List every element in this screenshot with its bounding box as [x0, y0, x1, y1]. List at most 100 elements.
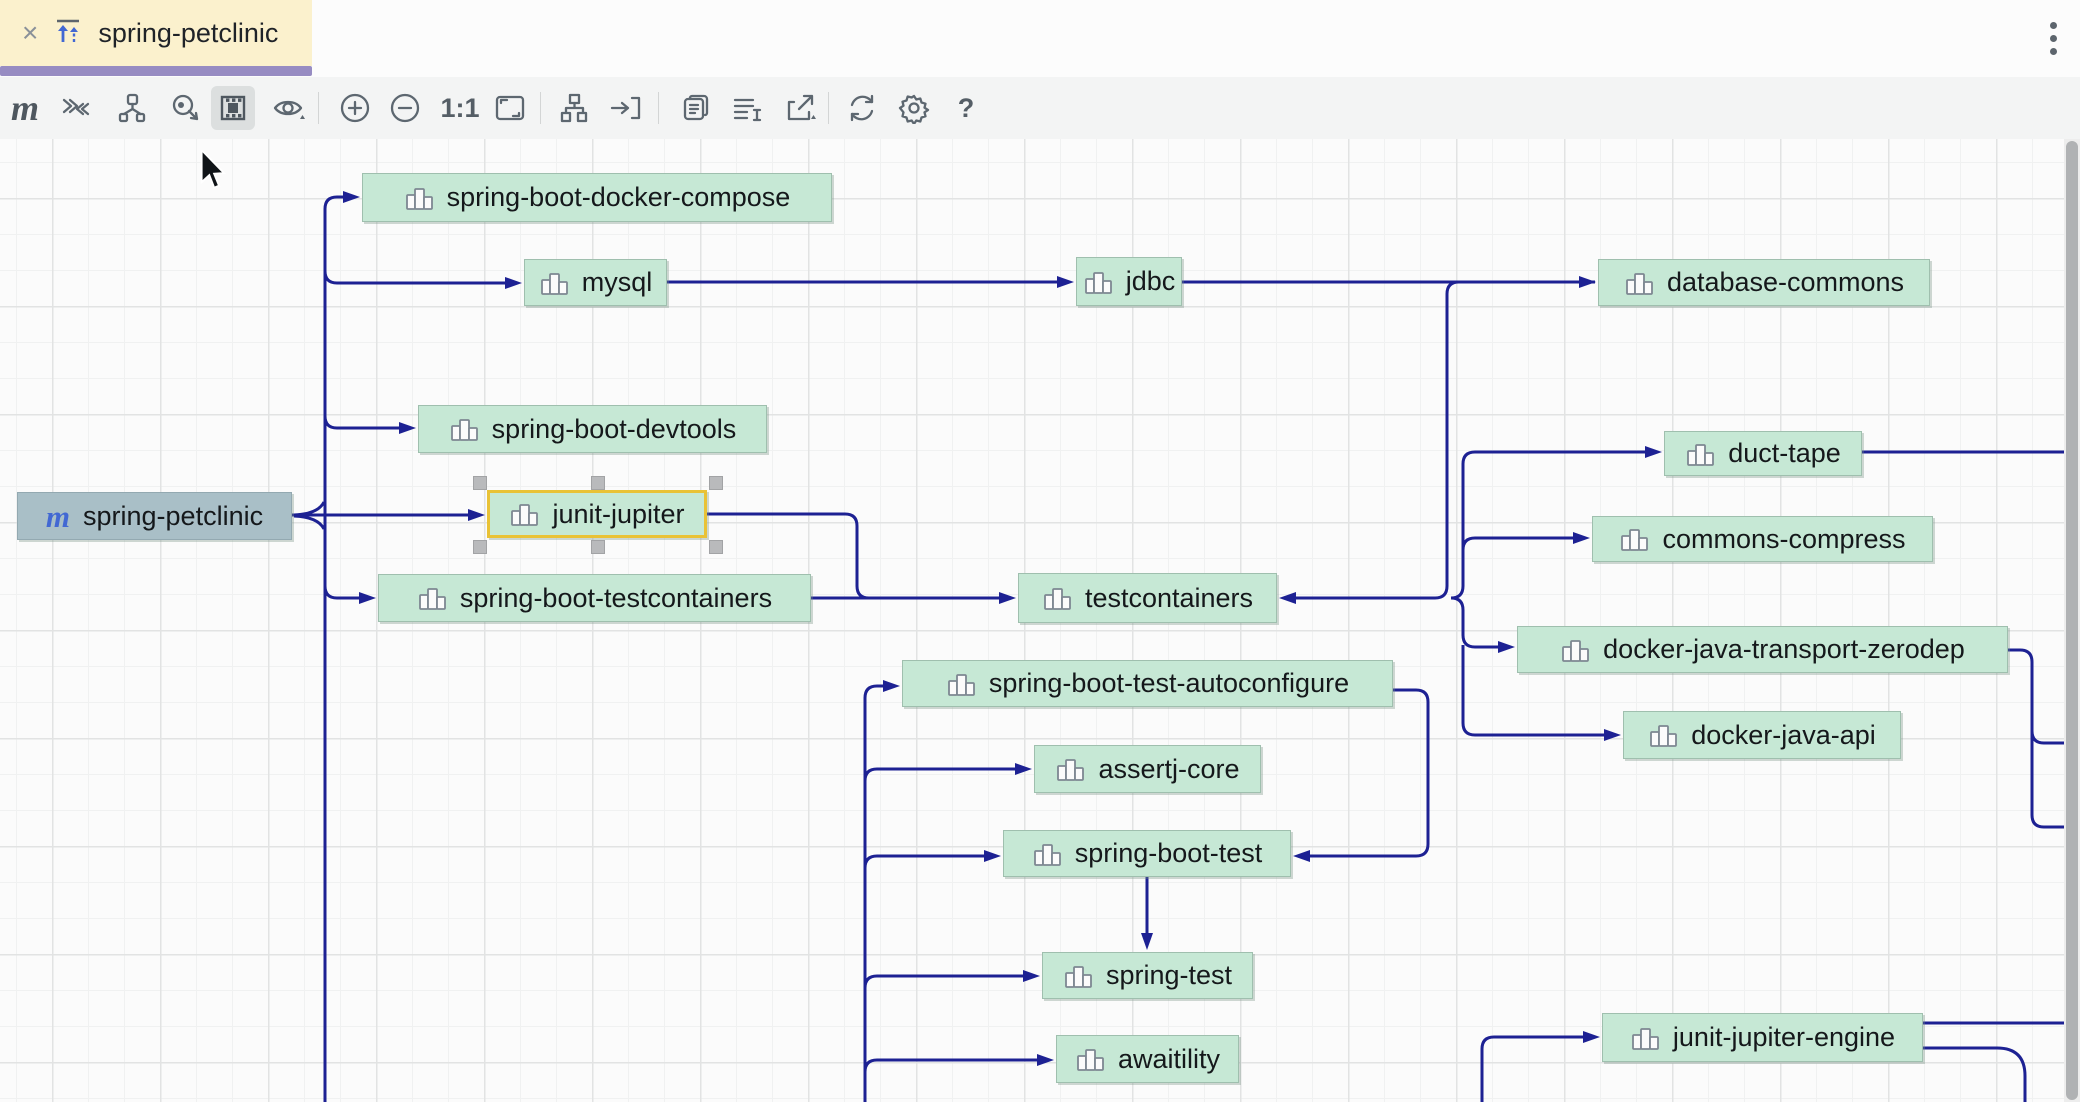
edge-arrow-docker-java-api: [1604, 729, 1621, 741]
diagram-editor-window: × spring-petclinic m 1:1? spring-boot-doc…: [0, 0, 2080, 1102]
node-label: junit-jupiter-engine: [1673, 1022, 1895, 1053]
fit-content-icon[interactable]: [488, 86, 532, 130]
diagram-node-junit-jupiter-engine[interactable]: junit-jupiter-engine: [1602, 1013, 1923, 1062]
diagram-node-docker-java-transport-zerodep[interactable]: docker-java-transport-zerodep: [1517, 626, 2008, 673]
edge-arrow-testcontainers: [999, 592, 1016, 604]
edge-arrow-spring-boot-devtools: [399, 422, 416, 434]
actual-size-button[interactable]: 1:1: [438, 86, 482, 130]
edge-arrow-spring-boot-testcontainers: [359, 592, 376, 604]
diagram-node-spring-test[interactable]: spring-test: [1042, 952, 1253, 999]
node-label: docker-java-transport-zerodep: [1603, 634, 1965, 665]
diagram-node-spring-boot-testcontainers[interactable]: spring-boot-testcontainers: [378, 574, 811, 622]
edge-arrow-junit-jupiter-engine: [1583, 1031, 1600, 1043]
diagram-node-mysql[interactable]: mysql: [524, 259, 667, 306]
library-icon: [1032, 839, 1062, 869]
diagram-node-database-commons[interactable]: database-commons: [1598, 259, 1930, 306]
library-icon: [539, 268, 569, 298]
library-icon: [1042, 583, 1072, 613]
diagram-node-awaitility[interactable]: awaitility: [1056, 1035, 1239, 1083]
edge-testcontainers-to-commons-compress: [1463, 538, 1574, 550]
edge-petclinic-brace-down: [294, 516, 324, 529]
edge-arrow-junit-jupiter: [468, 509, 485, 521]
diagram-node-spring-boot-docker-compose[interactable]: spring-boot-docker-compose: [362, 173, 832, 222]
zoom-out-icon[interactable]: [383, 86, 427, 130]
apply-layout-icon[interactable]: [552, 86, 596, 130]
edge-arrow-spring-boot-test: [1293, 850, 1310, 862]
analyze-dependencies-icon: [52, 15, 84, 52]
edge-trunk-to-assertj-core: [865, 769, 1016, 781]
edit-properties-icon[interactable]: [726, 86, 770, 130]
help-button[interactable]: ?: [944, 86, 988, 130]
node-label: commons-compress: [1662, 524, 1905, 555]
diagram-toolbar: m 1:1?: [0, 77, 2080, 140]
node-label: spring-boot-test-autoconfigure: [989, 668, 1349, 699]
edge-petclinic-to-devtools: [325, 416, 400, 428]
edge-petclinic-brace-up: [294, 502, 324, 515]
view-options-eye-icon[interactable]: [267, 86, 311, 130]
vertical-scrollbar-thumb[interactable]: [2066, 141, 2078, 1100]
toolbar-separator: [540, 92, 541, 124]
edge-arrow-testcontainers: [1279, 592, 1296, 604]
edge-junit-jupiter-engine-offscreen-right-b: [1923, 1048, 2025, 1102]
settings-gear-icon[interactable]: [892, 86, 936, 130]
export-diagram-icon[interactable]: [779, 86, 823, 130]
selection-handle[interactable]: [591, 540, 605, 554]
zoom-in-icon[interactable]: [333, 86, 377, 130]
edge-offscreen-to-junit-jupiter-engine: [1482, 1037, 1584, 1102]
edge-arrow-spring-boot-test: [984, 850, 1001, 862]
toolbar-separator: [658, 92, 659, 124]
tab-spring-petclinic[interactable]: × spring-petclinic: [0, 0, 312, 66]
toolbar-separator: [318, 92, 319, 124]
diagram-node-testcontainers[interactable]: testcontainers: [1018, 573, 1277, 623]
selection-handle[interactable]: [473, 476, 487, 490]
edge-petclinic-to-spring-boot-testcontainers: [325, 586, 360, 598]
edge-petclinic-to-mysql: [325, 271, 506, 283]
node-label: spring-test: [1106, 960, 1232, 991]
edge-testcontainers-to-docker-java-transport-zerodep: [1451, 598, 1499, 647]
edge-trunk-to-spring-boot-test: [865, 856, 985, 868]
focus-mode-icon[interactable]: [604, 86, 648, 130]
edge-arrow-spring-boot-test-autoconfigure: [883, 680, 900, 692]
edge-arrow-spring-test: [1023, 970, 1040, 982]
toolbar-label: m: [11, 87, 39, 129]
library-icon: [417, 583, 447, 613]
diagram-node-duct-tape[interactable]: duct-tape: [1664, 431, 1862, 476]
diagram-node-spring-boot-devtools[interactable]: spring-boot-devtools: [418, 405, 767, 453]
vertical-scrollbar: [2064, 139, 2080, 1102]
node-label: junit-jupiter: [552, 499, 684, 530]
zoom-to-selection-icon[interactable]: [163, 86, 207, 130]
selection-handle[interactable]: [473, 540, 487, 554]
diagram-node-spring-boot-test[interactable]: spring-boot-test: [1003, 830, 1291, 877]
node-label: jdbc: [1126, 266, 1176, 297]
diagram-node-spring-boot-test-autoconfigure[interactable]: spring-boot-test-autoconfigure: [902, 660, 1393, 707]
selection-handle[interactable]: [709, 476, 723, 490]
diagram-node-assertj-core[interactable]: assertj-core: [1034, 745, 1261, 793]
library-icon: [1624, 268, 1654, 298]
library-icon: [1055, 754, 1085, 784]
diagram-node-jdbc[interactable]: jdbc: [1076, 257, 1182, 306]
refresh-icon[interactable]: [840, 86, 884, 130]
selection-handle[interactable]: [591, 476, 605, 490]
edge-arrow-duct-tape: [1645, 446, 1662, 458]
show-grid-icon[interactable]: [211, 86, 255, 130]
node-label: spring-boot-docker-compose: [447, 182, 791, 213]
toolbar-label: 1:1: [440, 93, 479, 124]
edge-arrow-awaitility: [1037, 1054, 1054, 1066]
selection-handle[interactable]: [709, 540, 723, 554]
node-label: assertj-core: [1098, 754, 1239, 785]
diagram-node-commons-compress[interactable]: commons-compress: [1592, 516, 1933, 562]
diagram-node-spring-petclinic[interactable]: mspring-petclinic: [17, 492, 292, 540]
edge-arrow-spring-boot-docker-compose: [343, 191, 360, 203]
copy-diagram-icon[interactable]: [674, 86, 718, 130]
maven-module-scope-icon[interactable]: m: [3, 86, 47, 130]
maven-module-icon: m: [46, 501, 70, 532]
node-label: docker-java-api: [1691, 720, 1876, 751]
diagram-node-docker-java-api[interactable]: docker-java-api: [1623, 711, 1901, 759]
diagram-canvas[interactable]: spring-boot-docker-compose mysql jdbc da…: [0, 139, 2080, 1102]
show-neighbors-icon[interactable]: [110, 86, 154, 130]
collapse-expand-icon[interactable]: [54, 86, 98, 130]
close-tab-icon[interactable]: ×: [22, 19, 38, 47]
diagram-node-junit-jupiter[interactable]: junit-jupiter: [487, 490, 707, 538]
kebab-menu-icon[interactable]: [2046, 22, 2060, 64]
node-label: database-commons: [1667, 267, 1904, 298]
